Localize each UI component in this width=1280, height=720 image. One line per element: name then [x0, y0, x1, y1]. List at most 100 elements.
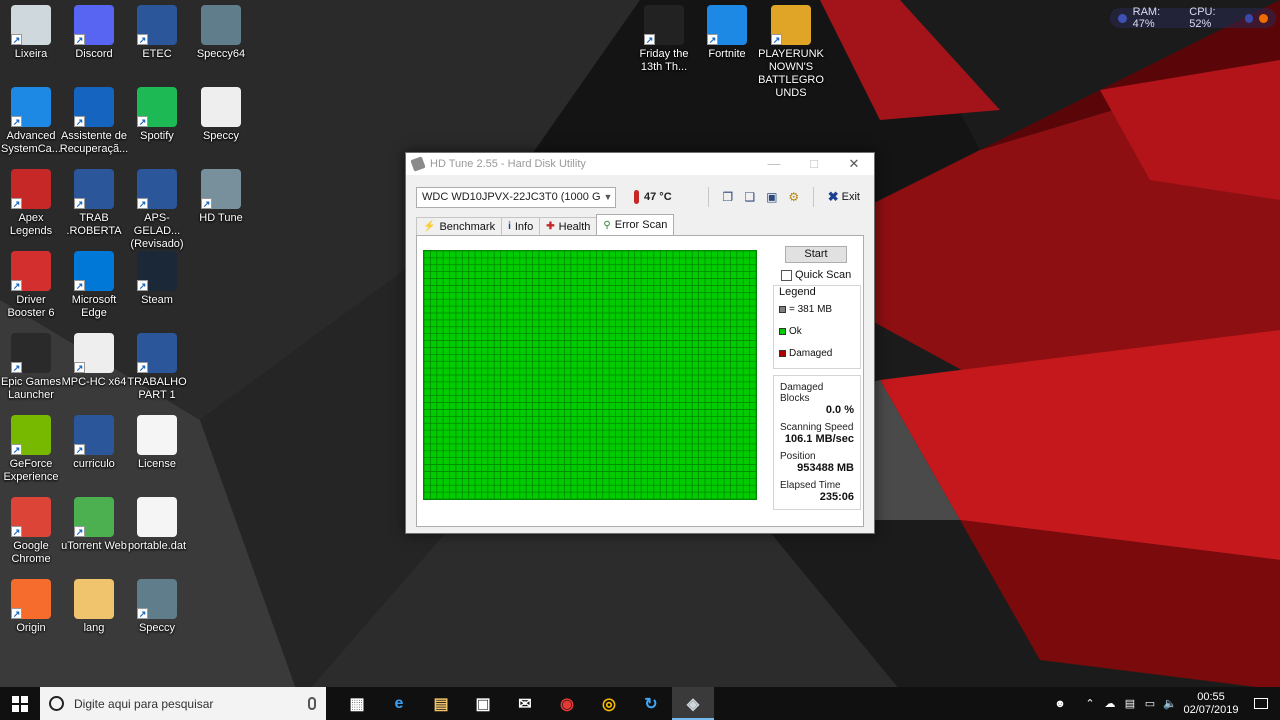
position-value: 953488 MB — [797, 462, 854, 474]
desktop-icon[interactable]: ↗ MPC-HC x64 — [59, 333, 129, 389]
desktop-icon[interactable]: ↗ PLAYERUNKNOWN'S BATTLEGROUNDS — [756, 5, 826, 100]
desktop-icon[interactable]: Speccy — [186, 87, 256, 143]
recovery-assistant-icon: ↗ — [74, 87, 114, 127]
clock[interactable]: 00:55 02/07/2019 — [1180, 691, 1242, 717]
shortcut-arrow-icon: ↗ — [137, 608, 148, 619]
desktop-icon[interactable]: ↗ Assistente de Recuperaçã... — [59, 87, 129, 156]
desktop-icon[interactable]: ↗ HD Tune — [186, 169, 256, 225]
desktop-icon-label: Epic Games Launcher — [1, 376, 61, 401]
desktop-icon[interactable]: ↗ Advanced SystemCa... — [0, 87, 66, 156]
desktop-icon[interactable]: ↗ ETEC — [122, 5, 192, 61]
close-button[interactable]: ✕ — [834, 153, 874, 175]
task-view-icon: ▦ — [349, 695, 365, 713]
chevron-down-icon: ▼ — [603, 192, 613, 202]
edge-icon: e — [394, 694, 404, 712]
taskbar-app[interactable]: ◈ — [672, 687, 714, 720]
title-bar[interactable]: HD Tune 2.55 - Hard Disk Utility — □ ✕ — [406, 153, 874, 175]
desktop-icon[interactable]: ↗ Steam — [122, 251, 192, 307]
shortcut-arrow-icon: ↗ — [74, 34, 85, 45]
desktop-icon[interactable]: lang — [59, 579, 129, 635]
apex-legends-icon: ↗ — [11, 169, 51, 209]
action-center-button[interactable] — [1242, 698, 1280, 709]
desktop-icon[interactable]: ↗ Google Chrome — [0, 497, 66, 566]
geforce-icon: ↗ — [11, 415, 51, 455]
temperature-value: 47 °C — [644, 191, 672, 203]
desktop-icon[interactable]: ↗ Discord — [59, 5, 129, 61]
desktop-icon[interactable]: ↗ Lixeira — [0, 5, 66, 61]
desktop-icon-label: Spotify — [140, 130, 174, 142]
copy-info-icon[interactable]: ❐ — [719, 188, 737, 206]
desktop-icon[interactable]: ↗ Friday the 13th Th... — [629, 5, 699, 74]
desktop-icon[interactable]: ↗ GeForce Experience — [0, 415, 66, 484]
desktop-icon[interactable]: ↗ TRABALHO PART 1 — [122, 333, 192, 402]
desktop-icon[interactable]: ↗ uTorrent Web — [59, 497, 129, 553]
chevron-up-icon[interactable]: ⌃ — [1080, 697, 1100, 710]
desktop-icon-label: License — [138, 458, 176, 470]
start-button[interactable]: Start — [785, 246, 847, 263]
volume-icon[interactable]: 🔈 — [1160, 697, 1180, 710]
tab-benchmark[interactable]: ⚡ Benchmark — [416, 217, 503, 235]
shortcut-arrow-icon: ↗ — [11, 444, 22, 455]
desktop-icon[interactable]: License — [122, 415, 192, 471]
file-explorer-icon: ▤ — [433, 695, 449, 713]
desktop-icon-label: portable.dat — [127, 540, 187, 552]
desktop-icon-label: APS-GELAD... (Revisado) — [130, 212, 184, 250]
device-icon[interactable]: ▤ — [1120, 697, 1140, 710]
desktop-icon[interactable]: ↗ Spotify — [122, 87, 192, 143]
mail-icon: ✉ — [518, 695, 532, 713]
window-client: WDC WD10JPVX-22JC3T0 (1000 GB) ▼ 47 °C ❐… — [406, 175, 874, 533]
maximize-button[interactable]: □ — [794, 153, 834, 175]
desktop-icon[interactable]: ↗ Fortnite — [692, 5, 762, 61]
shortcut-arrow-icon: ↗ — [11, 280, 22, 291]
elapsed-time-label: Elapsed Time — [780, 480, 841, 491]
taskbar-app[interactable]: ▦ — [336, 687, 378, 720]
quick-scan-option[interactable]: Quick Scan — [781, 269, 861, 281]
search-box[interactable]: Digite aqui para pesquisar — [40, 687, 326, 720]
desktop-icon[interactable]: ↗ Apex Legends — [0, 169, 66, 238]
shortcut-arrow-icon: ↗ — [137, 116, 148, 127]
quick-scan-checkbox[interactable] — [781, 269, 792, 281]
drive-select[interactable]: WDC WD10JPVX-22JC3T0 (1000 GB) ▼ — [416, 186, 616, 208]
shortcut-arrow-icon: ↗ — [137, 198, 148, 209]
desktop-icon[interactable]: ↗ curriculo — [59, 415, 129, 471]
desktop-icon[interactable]: ↗ Epic Games Launcher — [0, 333, 66, 402]
desktop-icon[interactable]: ↗ Origin — [0, 579, 66, 635]
copy-screenshot-icon[interactable]: ❑ — [741, 188, 759, 206]
tab-health[interactable]: ✚ Health — [539, 217, 598, 235]
taskbar-app[interactable]: ✉ — [504, 687, 546, 720]
desktop-icon[interactable]: Speccy64 — [186, 5, 256, 61]
desktop-icon[interactable]: ↗ APS-GELAD... (Revisado) — [122, 169, 192, 251]
people-icon[interactable]: ☻ — [1050, 698, 1070, 710]
save-icon[interactable]: ▣ — [763, 188, 781, 206]
tab-info[interactable]: i Info — [501, 217, 541, 235]
desktop-icon[interactable]: ↗ Driver Booster 6 — [0, 251, 66, 320]
desktop-icon-label: Apex Legends — [9, 212, 53, 237]
desktop-icon[interactable]: ↗ TRAB .ROBERTA — [59, 169, 129, 238]
network-icon[interactable]: ▭ — [1140, 697, 1160, 710]
desktop-icon[interactable]: portable.dat — [122, 497, 192, 553]
taskbar-app[interactable]: ▣ — [462, 687, 504, 720]
taskbar-app[interactable]: ◎ — [588, 687, 630, 720]
desktop-icon[interactable]: ↗ Microsoft Edge — [59, 251, 129, 320]
options-icon[interactable]: ⚙ — [785, 188, 803, 206]
desktop-icon[interactable]: ↗ Speccy — [122, 579, 192, 635]
minimize-button[interactable]: — — [754, 153, 794, 175]
shortcut-arrow-icon: ↗ — [11, 198, 22, 209]
taskbar-app[interactable]: ▤ — [420, 687, 462, 720]
desktop-icon-label: Speccy64 — [196, 48, 246, 60]
origin-icon: ↗ — [11, 579, 51, 619]
onedrive-icon[interactable]: ☁ — [1100, 697, 1120, 710]
system-tray: ☻ ⌃ ☁ ▤ ▭ 🔈 00:55 02/07/2019 — [1050, 687, 1280, 720]
taskbar-app[interactable]: ↻ — [630, 687, 672, 720]
microphone-icon[interactable] — [308, 697, 316, 710]
speccy-icon — [201, 5, 241, 45]
resource-monitor-widget[interactable]: RAM: 47% CPU: 52% — [1110, 6, 1276, 30]
exit-button[interactable]: ✖ Exit — [824, 189, 864, 205]
taskbar-app[interactable]: e — [378, 687, 420, 720]
shortcut-arrow-icon: ↗ — [11, 34, 22, 45]
start-button[interactable] — [0, 687, 40, 720]
thermometer-icon — [634, 190, 639, 204]
tab-error-scan[interactable]: ⚲ Error Scan — [596, 214, 675, 235]
taskbar-app[interactable]: ◉ — [546, 687, 588, 720]
shortcut-arrow-icon: ↗ — [137, 280, 148, 291]
